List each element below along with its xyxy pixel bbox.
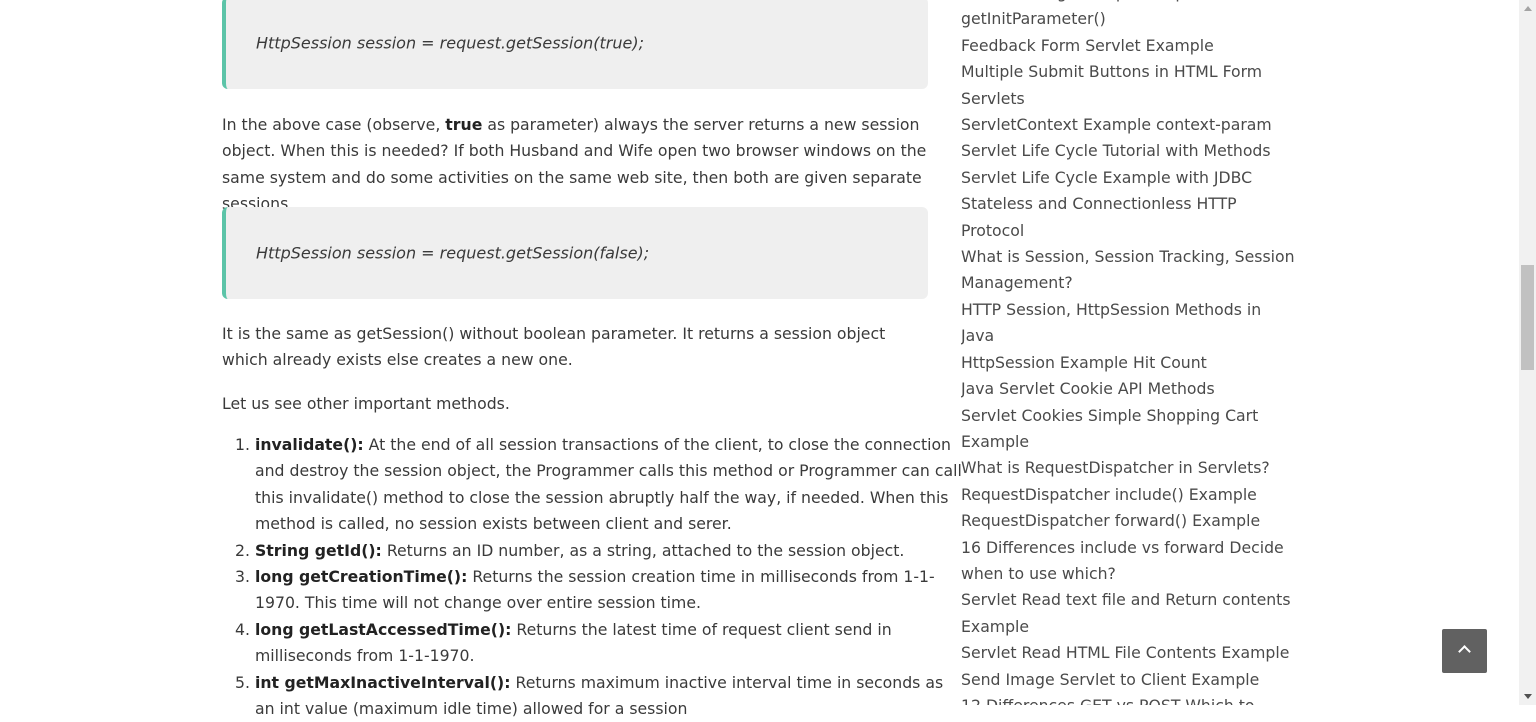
code-text: HttpSession session = request.getSession… bbox=[256, 33, 644, 53]
list-item: String getId(): Returns an ID number, as… bbox=[255, 538, 967, 564]
sidebar-item: HTTP Session, HttpSession Methods in Jav… bbox=[961, 297, 1297, 350]
sidebar-item: What is RequestDispatcher in Servlets? bbox=[961, 455, 1297, 481]
code-block-get-session-true: HttpSession session = request.getSession… bbox=[222, 0, 928, 89]
vertical-scrollbar[interactable] bbox=[1519, 0, 1536, 705]
list-item: long getCreationTime(): Returns the sess… bbox=[255, 564, 967, 617]
sidebar-item: ServletContext Example context-param bbox=[961, 112, 1297, 138]
scrollbar-thumb[interactable] bbox=[1521, 265, 1534, 370]
sidebar-item: What is Session, Session Tracking, Sessi… bbox=[961, 244, 1297, 297]
sidebar-item: 16 Differences include vs forward Decide… bbox=[961, 535, 1297, 588]
sidebar-link-list: ServletConfig Example init-param read ge… bbox=[961, 0, 1297, 705]
sidebar-item: Servlet Read HTML File Contents Example bbox=[961, 640, 1297, 666]
bold-true: true bbox=[445, 115, 483, 134]
sidebar-link[interactable]: RequestDispatcher include() Example bbox=[961, 485, 1257, 504]
sidebar-link[interactable]: Servlet Read HTML File Contents Example bbox=[961, 643, 1289, 662]
list-item: invalidate(): At the end of all session … bbox=[255, 432, 967, 538]
sidebar-item: RequestDispatcher include() Example bbox=[961, 482, 1297, 508]
sidebar-link[interactable]: 16 Differences include vs forward Decide… bbox=[961, 538, 1284, 583]
sidebar-link[interactable]: Feedback Form Servlet Example bbox=[961, 36, 1214, 55]
sidebar-item: Servlet Cookies Simple Shopping Cart Exa… bbox=[961, 403, 1297, 456]
sidebar-item: 12 Differences GET vs POST Which to pref… bbox=[961, 693, 1297, 705]
sidebar-item: Feedback Form Servlet Example bbox=[961, 33, 1297, 59]
sidebar-item: Multiple Submit Buttons in HTML Form Ser… bbox=[961, 59, 1297, 112]
sidebar-link[interactable]: Servlet Cookies Simple Shopping Cart Exa… bbox=[961, 406, 1258, 451]
sidebar-link[interactable]: Send Image Servlet to Client Example bbox=[961, 670, 1259, 689]
sidebar-link[interactable]: HttpSession Example Hit Count bbox=[961, 353, 1207, 372]
sidebar-link[interactable]: RequestDispatcher forward() Example bbox=[961, 511, 1260, 530]
sidebar-link[interactable]: Servlet Read text file and Return conten… bbox=[961, 590, 1291, 635]
methods-list: invalidate(): At the end of all session … bbox=[222, 432, 967, 722]
sidebar-item: Stateless and Connectionless HTTP Protoc… bbox=[961, 191, 1297, 244]
paragraph-session-true: In the above case (observe, true as para… bbox=[222, 115, 927, 214]
sidebar-link[interactable]: ServletConfig Example init-param read ge… bbox=[961, 0, 1267, 28]
sidebar-related-links: ServletConfig Example init-param read ge… bbox=[961, 0, 1301, 705]
sidebar-item: Servlet Life Cycle Example with JDBC bbox=[961, 165, 1297, 191]
sidebar-item: HttpSession Example Hit Count bbox=[961, 350, 1297, 376]
list-item: int getMaxInactiveInterval(): Returns ma… bbox=[255, 670, 967, 722]
sidebar-item: RequestDispatcher forward() Example bbox=[961, 508, 1297, 534]
sidebar-item: Servlet Life Cycle Tutorial with Methods bbox=[961, 138, 1297, 164]
sidebar-link[interactable]: What is RequestDispatcher in Servlets? bbox=[961, 458, 1270, 477]
code-text: HttpSession session = request.getSession… bbox=[256, 243, 650, 263]
paragraph-other-methods: Let us see other important methods. bbox=[222, 394, 510, 413]
scroll-up-arrow-icon[interactable] bbox=[1519, 0, 1536, 17]
sidebar-link[interactable]: 12 Differences GET vs POST Which to pref… bbox=[961, 696, 1255, 705]
chevron-up-icon bbox=[1458, 645, 1471, 658]
back-to-top-button[interactable] bbox=[1442, 629, 1487, 673]
sidebar-link[interactable]: Stateless and Connectionless HTTP Protoc… bbox=[961, 194, 1237, 239]
sidebar-item: Servlet Read text file and Return conten… bbox=[961, 587, 1297, 640]
paragraph-session-false: It is the same as getSession() without b… bbox=[222, 324, 886, 370]
sidebar-item: Send Image Servlet to Client Example bbox=[961, 667, 1297, 693]
sidebar-link[interactable]: Servlet Life Cycle Example with JDBC bbox=[961, 168, 1252, 187]
sidebar-link[interactable]: ServletContext Example context-param bbox=[961, 115, 1272, 134]
sidebar-link[interactable]: What is Session, Session Tracking, Sessi… bbox=[961, 247, 1295, 292]
code-block-get-session-false: HttpSession session = request.getSession… bbox=[222, 207, 928, 299]
sidebar-link[interactable]: HTTP Session, HttpSession Methods in Jav… bbox=[961, 300, 1261, 345]
sidebar-link[interactable]: Java Servlet Cookie API Methods bbox=[961, 379, 1215, 398]
sidebar-link[interactable]: Servlet Life Cycle Tutorial with Methods bbox=[961, 141, 1271, 160]
list-item: long getLastAccessedTime(): Returns the … bbox=[255, 617, 967, 670]
sidebar-item: ServletConfig Example init-param read ge… bbox=[961, 0, 1297, 33]
sidebar-item: Java Servlet Cookie API Methods bbox=[961, 376, 1297, 402]
sidebar-link[interactable]: Multiple Submit Buttons in HTML Form Ser… bbox=[961, 62, 1262, 107]
scroll-down-arrow-icon[interactable] bbox=[1519, 688, 1536, 705]
